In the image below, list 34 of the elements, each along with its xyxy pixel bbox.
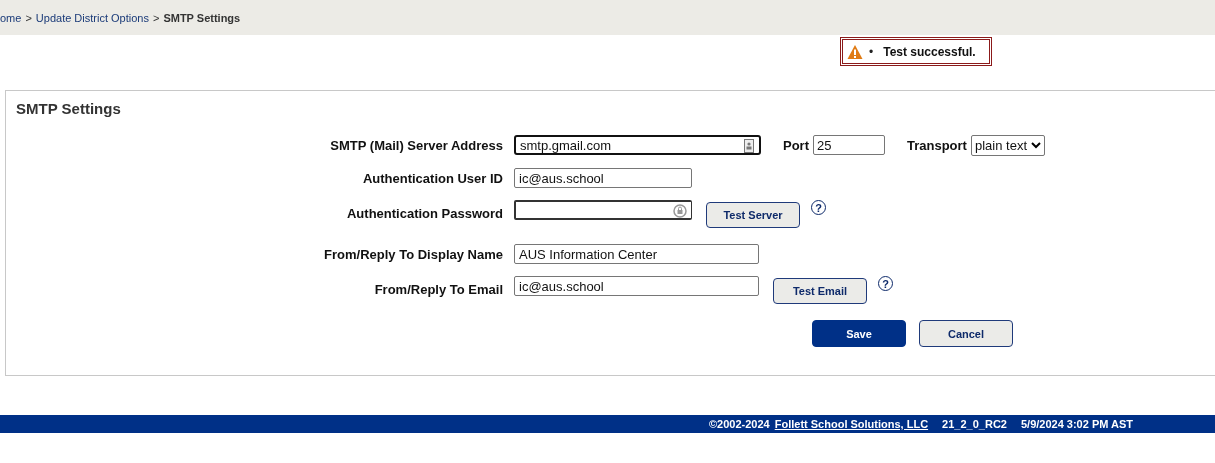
breadcrumb-separator: > <box>152 11 160 24</box>
input-field[interactable]: 25 <box>813 135 885 155</box>
message-text: Test successful. <box>883 44 976 59</box>
field-label: Port <box>783 137 809 153</box>
timestamp-text: 5/9/2024 3:02 PM AST <box>1020 418 1134 430</box>
transport-dropdown[interactable]: plain text <box>970 134 1045 156</box>
cancel-button[interactable]: Cancel <box>919 320 1013 347</box>
breadcrumb-separator: > <box>25 11 32 24</box>
company-link[interactable]: Follett School Solutions, LLC <box>774 418 929 430</box>
field-label: From/Reply To Email <box>373 281 504 297</box>
save-button[interactable]: Save <box>812 320 906 347</box>
input-field[interactable]: AUS Information Center <box>514 244 759 264</box>
panel-title: SMTP Settings <box>15 99 122 119</box>
field-label: Authentication User ID <box>361 170 504 186</box>
field-label: SMTP (Mail) Server Address <box>329 137 504 153</box>
field-label: Authentication Password <box>345 205 504 221</box>
input-field[interactable] <box>514 200 692 220</box>
breadcrumb-link[interactable]: Update District Options <box>35 11 149 24</box>
breadcrumb-link[interactable]: ome <box>0 11 22 24</box>
version-text: 21_2_0_RC2 <box>942 418 1007 430</box>
bullet: • <box>869 44 874 59</box>
caret-icon <box>1031 141 1041 149</box>
warning-icon <box>847 44 863 59</box>
test-button[interactable]: Test Email <box>773 278 867 304</box>
copyright-text: ©2002-2024 <box>709 418 770 430</box>
breadcrumb-current: SMTP Settings <box>163 11 241 24</box>
lock-icon <box>673 204 687 218</box>
input-field[interactable]: smtp.gmail.com <box>514 135 761 155</box>
input-field[interactable]: ic@aus.school <box>514 276 759 296</box>
input-field[interactable]: ic@aus.school <box>514 168 692 188</box>
test-button[interactable]: Test Server <box>706 202 800 228</box>
field-label: From/Reply To Display Name <box>323 246 504 262</box>
field-label: Transport <box>907 137 967 153</box>
contact-card-icon <box>744 139 754 153</box>
